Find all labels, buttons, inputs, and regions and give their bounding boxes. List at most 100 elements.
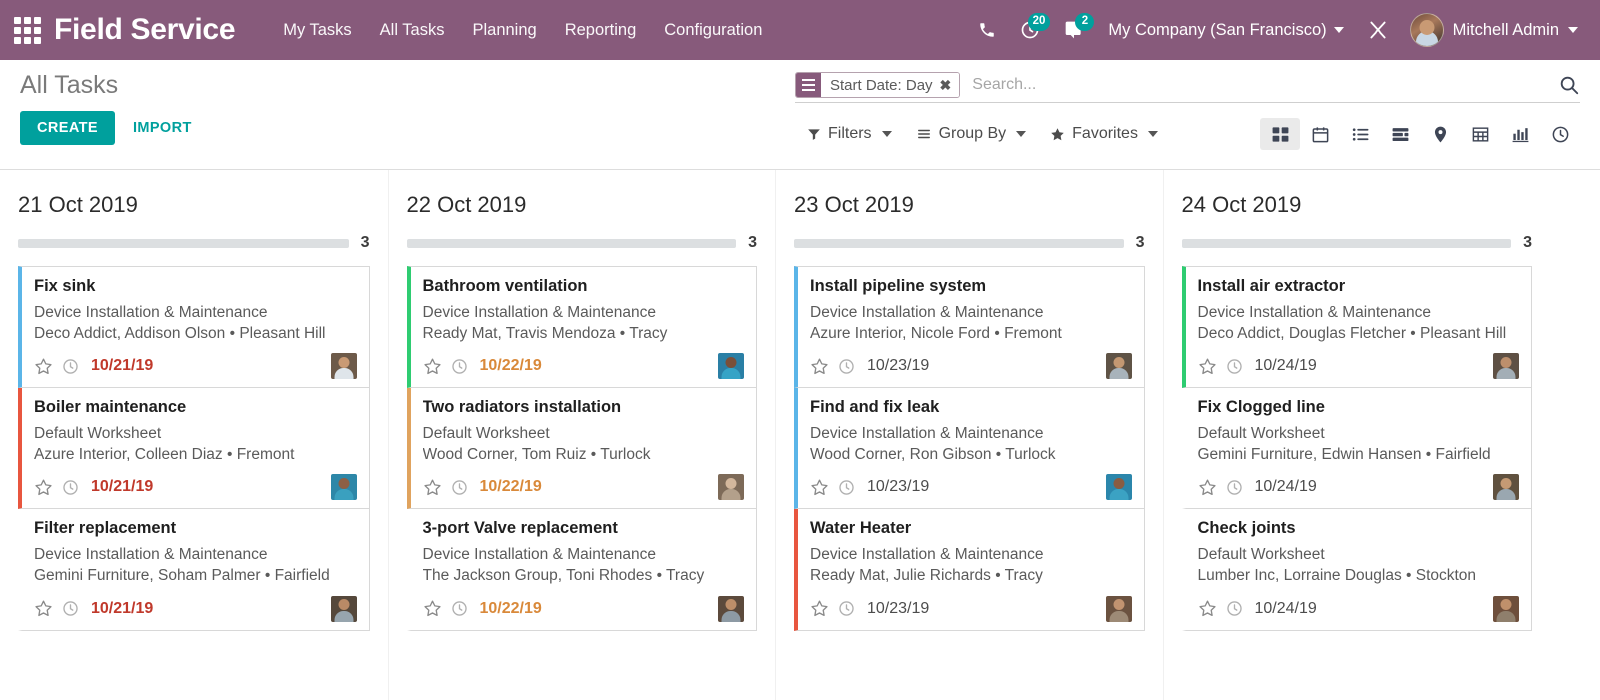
kanban-card[interactable]: Install pipeline systemDevice Installati… [794, 266, 1145, 388]
list-icon [1351, 125, 1370, 144]
menu-item-planning[interactable]: Planning [458, 12, 550, 49]
close-x-icon[interactable]: ✖ [940, 77, 952, 94]
menu-item-configuration[interactable]: Configuration [650, 12, 776, 49]
avatar[interactable] [1106, 353, 1132, 379]
search-input[interactable] [972, 76, 1548, 94]
star-icon[interactable] [34, 357, 53, 376]
avatar[interactable] [331, 596, 357, 622]
kanban-card[interactable]: Find and fix leakDevice Installation & M… [794, 388, 1145, 509]
kanban-card[interactable]: Bathroom ventilationDevice Installation … [407, 266, 758, 388]
clock-icon[interactable] [838, 600, 855, 617]
clock-activity-icon[interactable]: 20 [1008, 14, 1052, 46]
kanban-column-title[interactable]: 23 Oct 2019 [794, 192, 1145, 218]
create-button[interactable]: CREATE [20, 111, 115, 145]
company-switcher[interactable]: My Company (San Francisco) [1096, 13, 1355, 48]
progress-bar[interactable] [18, 239, 349, 248]
kanban-card[interactable]: 3-port Valve replacementDevice Installat… [407, 509, 758, 630]
clock-icon[interactable] [62, 600, 79, 617]
kanban-card[interactable]: Install air extractorDevice Installation… [1182, 266, 1533, 388]
avatar[interactable] [718, 474, 744, 500]
view-button-map[interactable] [1420, 118, 1460, 150]
avatar[interactable] [718, 596, 744, 622]
kanban-card[interactable]: Water HeaterDevice Installation & Mainte… [794, 509, 1145, 630]
kanban-card[interactable]: Boiler maintenanceDefault WorksheetAzure… [18, 388, 370, 509]
gantt-icon [1391, 125, 1410, 144]
view-button-gantt[interactable] [1380, 118, 1420, 150]
card-date: 10/22/19 [480, 357, 542, 375]
search-facet-start-date[interactable]: Start Date: Day ✖ [795, 72, 960, 98]
view-button-activity[interactable] [1540, 118, 1580, 150]
progress-bar[interactable] [794, 239, 1124, 248]
star-icon[interactable] [34, 599, 53, 618]
kanban-card[interactable]: Check jointsDefault WorksheetLumber Inc,… [1182, 509, 1533, 630]
avatar[interactable] [331, 474, 357, 500]
avatar[interactable] [1106, 596, 1132, 622]
menu-item-my-tasks[interactable]: My Tasks [269, 12, 365, 49]
user-menu[interactable]: Mitchell Admin [1400, 7, 1582, 53]
avatar[interactable] [1493, 596, 1519, 622]
star-icon[interactable] [1198, 599, 1217, 618]
star-icon[interactable] [810, 599, 829, 618]
kanban-card[interactable]: Fix sinkDevice Installation & Maintenanc… [18, 266, 370, 388]
kanban-column-title[interactable]: 22 Oct 2019 [407, 192, 758, 218]
phone-icon[interactable] [966, 15, 1008, 45]
star-icon[interactable] [810, 357, 829, 376]
clock-icon[interactable] [62, 358, 79, 375]
star-icon[interactable] [34, 478, 53, 497]
clock-icon[interactable] [838, 358, 855, 375]
card-date: 10/23/19 [867, 478, 929, 496]
kanban-card[interactable]: Filter replacementDevice Installation & … [18, 509, 370, 630]
kanban-column: 23 Oct 20193Install pipeline systemDevic… [775, 170, 1163, 700]
kanban-card[interactable]: Fix Clogged lineDefault WorksheetGemini … [1182, 388, 1533, 509]
company-name: My Company (San Francisco) [1108, 21, 1326, 40]
avatar[interactable] [718, 353, 744, 379]
menu-item-reporting[interactable]: Reporting [551, 12, 651, 49]
apps-grid-icon[interactable] [0, 0, 54, 60]
clock-icon[interactable] [451, 600, 468, 617]
progress-bar[interactable] [407, 239, 737, 248]
avatar[interactable] [1493, 353, 1519, 379]
card-title: Install air extractor [1198, 277, 1520, 296]
chat-bubble-icon[interactable]: 2 [1052, 14, 1096, 46]
wrench-tools-icon[interactable] [1356, 14, 1400, 46]
view-button-list[interactable] [1340, 118, 1380, 150]
kanban-column-title[interactable]: 21 Oct 2019 [18, 192, 370, 218]
clock-icon[interactable] [1226, 358, 1243, 375]
card-title: Boiler maintenance [34, 398, 357, 417]
avatar[interactable] [331, 353, 357, 379]
card-customer: Wood Corner, Tom Ruiz • Turlock [423, 445, 745, 466]
menu-item-all-tasks[interactable]: All Tasks [366, 12, 459, 49]
breadcrumb[interactable]: All Tasks [20, 72, 118, 100]
calendar-icon [1311, 125, 1330, 144]
groupby-dropdown[interactable]: Group By [904, 119, 1039, 149]
view-button-graph[interactable] [1500, 118, 1540, 150]
card-footer: 10/21/19 [34, 596, 357, 622]
clock-icon[interactable] [838, 479, 855, 496]
clock-icon[interactable] [1226, 600, 1243, 617]
clock-icon[interactable] [451, 358, 468, 375]
favorites-dropdown[interactable]: Favorites [1038, 119, 1170, 149]
clock-icon[interactable] [1226, 479, 1243, 496]
app-brand-title[interactable]: Field Service [54, 13, 235, 47]
clock-icon[interactable] [62, 479, 79, 496]
import-button[interactable]: IMPORT [133, 120, 192, 136]
progress-bar[interactable] [1182, 239, 1512, 248]
star-icon[interactable] [1198, 478, 1217, 497]
star-icon[interactable] [1198, 357, 1217, 376]
star-icon[interactable] [810, 478, 829, 497]
star-icon[interactable] [423, 599, 442, 618]
view-button-calendar[interactable] [1300, 118, 1340, 150]
card-project: Device Installation & Maintenance [34, 303, 357, 324]
avatar[interactable] [1106, 474, 1132, 500]
messages-count-badge: 2 [1075, 13, 1094, 31]
star-icon[interactable] [423, 357, 442, 376]
star-icon[interactable] [423, 478, 442, 497]
search-icon[interactable] [1558, 74, 1580, 96]
view-button-pivot[interactable] [1460, 118, 1500, 150]
view-button-kanban[interactable] [1260, 118, 1300, 150]
kanban-card[interactable]: Two radiators installationDefault Worksh… [407, 388, 758, 509]
kanban-column-title[interactable]: 24 Oct 2019 [1182, 192, 1533, 218]
clock-icon[interactable] [451, 479, 468, 496]
avatar[interactable] [1493, 474, 1519, 500]
filters-dropdown[interactable]: Filters [795, 119, 904, 149]
